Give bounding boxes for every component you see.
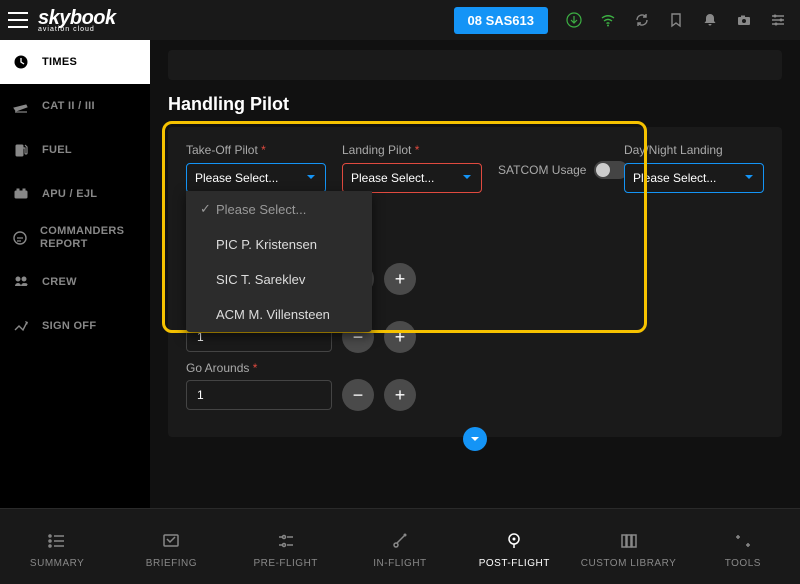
bottom-tab-customlibrary[interactable]: CUSTOM LIBRARY (571, 509, 685, 584)
sidebar-item-cat[interactable]: CAT II / III (0, 84, 150, 128)
sidebar-item-signoff[interactable]: SIGN OFF (0, 304, 150, 348)
sidebar-label: CAT II / III (42, 100, 95, 112)
sidebar-item-commanders[interactable]: COMMANDERS REPORT (0, 216, 150, 260)
sidebar-item-apu[interactable]: APU / EJL (0, 172, 150, 216)
previous-section-stripe (168, 50, 782, 80)
goarounds-minus-button[interactable]: − (342, 379, 374, 411)
bottom-tab-postflight[interactable]: POST-FLIGHT (457, 509, 571, 584)
takeoff-pilot-select[interactable]: Please Select... (186, 163, 326, 193)
takeoff-pilot-label: Take-Off Pilot * (186, 143, 326, 157)
goarounds-plus-button[interactable]: + (384, 379, 416, 411)
briefing-icon (160, 530, 182, 552)
clock-icon (12, 53, 30, 71)
bell-icon[interactable] (702, 12, 718, 28)
landings-plus-button[interactable]: + (384, 263, 416, 295)
dropdown-option-placeholder[interactable]: ✓Please Select... (186, 191, 372, 227)
hamburger-icon[interactable] (8, 12, 28, 28)
sidebar-label: COMMANDERS REPORT (40, 225, 138, 251)
daynight-value: Please Select... (633, 171, 716, 185)
library-icon (618, 530, 640, 552)
sidebar-label: APU / EJL (42, 188, 97, 200)
takeoff-pilot-value: Please Select... (195, 171, 278, 185)
handling-pilot-panel: Take-Off Pilot * Please Select... ✓Pleas… (168, 127, 782, 437)
preflight-icon (275, 530, 297, 552)
sidebar-item-fuel[interactable]: FUEL (0, 128, 150, 172)
bottom-tab-briefing[interactable]: BRIEFING (114, 509, 228, 584)
sidebar-label: SIGN OFF (42, 320, 96, 332)
daynight-label: Day/Night Landing (624, 143, 764, 157)
bookmark-icon[interactable] (668, 12, 684, 28)
collapse-toggle[interactable] (463, 427, 487, 451)
landing-icon (12, 97, 30, 115)
sidebar-label: TIMES (42, 56, 77, 68)
signoff-icon (12, 317, 30, 335)
battery-icon (12, 185, 30, 203)
daynight-select[interactable]: Please Select... (624, 163, 764, 193)
brand-logo: skybook aviation cloud (38, 8, 116, 33)
bottom-tab-summary[interactable]: SUMMARY (0, 509, 114, 584)
wifi-icon[interactable] (600, 12, 616, 28)
bottom-tab-inflight[interactable]: IN-FLIGHT (343, 509, 457, 584)
crew-icon (12, 273, 30, 291)
bottom-tab-preflight[interactable]: PRE-FLIGHT (229, 509, 343, 584)
bottom-tab-tools[interactable]: TOOLS (686, 509, 800, 584)
chevron-down-icon (743, 171, 755, 186)
inflight-icon (389, 530, 411, 552)
report-icon (12, 229, 28, 247)
sliders-icon[interactable] (770, 12, 786, 28)
camera-icon[interactable] (736, 12, 752, 28)
refresh-icon[interactable] (634, 12, 650, 28)
postflight-icon (503, 530, 525, 552)
satcom-label: SATCOM Usage (498, 163, 586, 177)
section-title: Handling Pilot (168, 94, 782, 115)
chevron-down-icon (305, 171, 317, 186)
dropdown-option-pic[interactable]: PIC P. Kristensen (186, 227, 372, 262)
sidebar-item-crew[interactable]: CREW (0, 260, 150, 304)
flight-button[interactable]: 08 SAS613 (454, 7, 549, 34)
sidebar-item-times[interactable]: TIMES (0, 40, 150, 84)
list-icon (46, 530, 68, 552)
touchgo-plus-button[interactable]: + (384, 321, 416, 353)
landing-pilot-select[interactable]: Please Select... (342, 163, 482, 193)
goarounds-input[interactable]: 1 (186, 380, 332, 410)
goarounds-label: Go Arounds * (186, 361, 764, 375)
dropdown-option-acm[interactable]: ACM M. Villensteen (186, 297, 372, 332)
sidebar-label: CREW (42, 276, 77, 288)
fuel-icon (12, 141, 30, 159)
dropdown-option-sic[interactable]: SIC T. Sareklev (186, 262, 372, 297)
landing-pilot-value: Please Select... (351, 171, 434, 185)
sidebar-label: FUEL (42, 144, 72, 156)
takeoff-pilot-dropdown: ✓Please Select... PIC P. Kristensen SIC … (186, 191, 372, 332)
tools-icon (732, 530, 754, 552)
download-icon[interactable] (566, 12, 582, 28)
landing-pilot-label: Landing Pilot * (342, 143, 482, 157)
chevron-down-icon (461, 171, 473, 186)
